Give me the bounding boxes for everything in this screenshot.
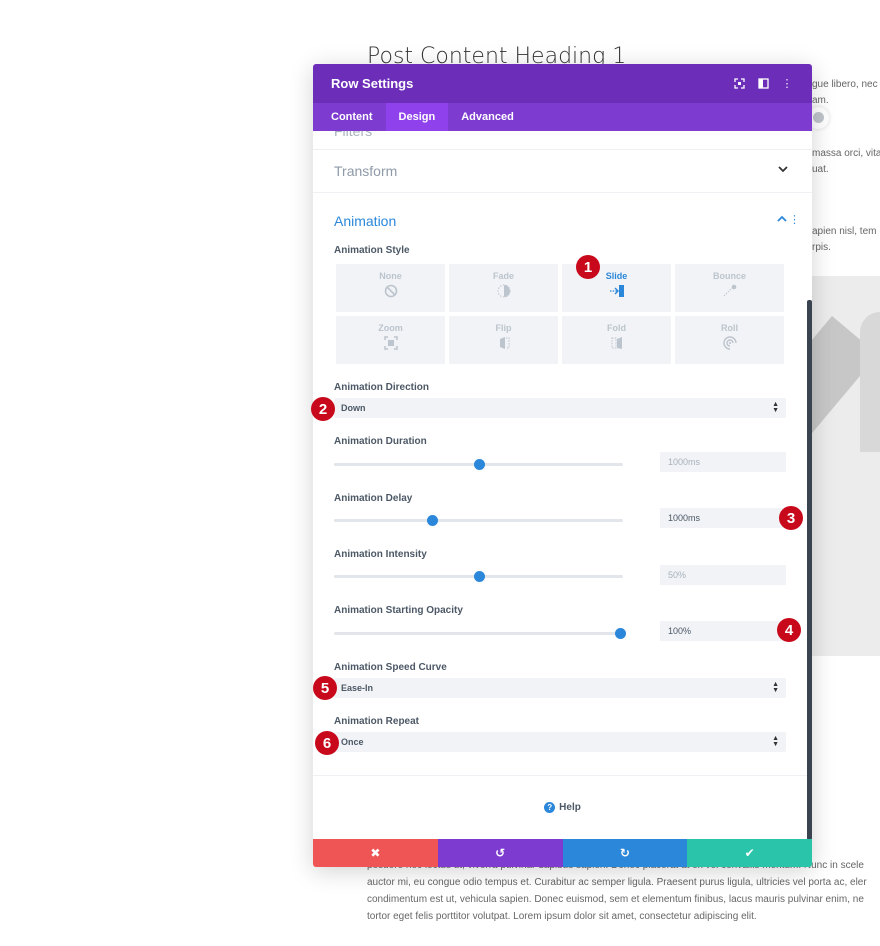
undo-button[interactable]: ↺ <box>437 839 563 867</box>
flip-icon <box>497 336 511 353</box>
slider-handle[interactable] <box>473 459 485 470</box>
style-option-zoom[interactable]: Zoom <box>336 316 445 364</box>
section-filters[interactable]: Filters <box>313 131 812 150</box>
animation-speed-curve-label: Animation Speed Curve <box>334 662 447 673</box>
select-arrows-icon: ▲ ▼ <box>772 401 779 414</box>
help-row: ? Help <box>313 775 812 839</box>
bg-text-line: am. <box>812 95 829 106</box>
redo-icon: ↻ <box>619 846 630 860</box>
animation-intensity-label: Animation Intensity <box>334 549 427 560</box>
fade-icon <box>497 284 511 301</box>
animation-direction-select[interactable]: Down ▲ ▼ <box>334 398 786 418</box>
slider-handle[interactable] <box>427 515 439 526</box>
animation-intensity-input[interactable]: 50% <box>660 565 786 585</box>
help-icon: ? <box>544 802 556 813</box>
select-arrows-icon: ▲ ▼ <box>772 681 779 694</box>
bg-text-line: gue libero, nec <box>812 79 878 90</box>
scrollbar[interactable] <box>807 300 812 839</box>
tab-design[interactable]: Design <box>385 103 449 131</box>
animation-duration-label: Animation Duration <box>334 436 427 447</box>
animation-speed-curve-select[interactable]: Ease-In ▲ ▼ <box>334 678 786 698</box>
section-more-icon[interactable]: ⋮ <box>789 213 800 226</box>
cancel-button[interactable]: ✖ <box>313 839 438 867</box>
animation-style-grid: None Fade Slide Bounce Zoom Flip Fold Ro… <box>336 264 785 364</box>
section-animation-label[interactable]: Animation <box>334 213 396 229</box>
modal-title: Row Settings <box>331 76 414 91</box>
help-label: Help <box>559 802 581 813</box>
zoom-icon <box>383 336 398 353</box>
animation-delay-label: Animation Delay <box>334 493 413 504</box>
fullscreen-icon[interactable] <box>732 77 746 91</box>
roll-icon <box>722 336 737 353</box>
checkmark-icon: ✔ <box>744 846 755 860</box>
style-option-none[interactable]: None <box>336 264 445 312</box>
style-option-bounce[interactable]: Bounce <box>675 264 784 312</box>
animation-opacity-slider[interactable] <box>334 628 627 639</box>
style-option-fold[interactable]: Fold <box>562 316 671 364</box>
animation-repeat-value: Once <box>341 737 364 747</box>
bg-text-line: rpis. <box>812 242 831 253</box>
more-options-icon[interactable]: ⋮ <box>780 77 794 91</box>
bg-footer-text: posuere nec lectus ut, viverra pulvinar … <box>367 860 867 922</box>
close-icon: ✖ <box>370 846 381 860</box>
section-transform-label: Transform <box>334 163 398 179</box>
chevron-up-icon[interactable] <box>777 215 787 226</box>
callout-badge: 3 <box>779 506 803 530</box>
callout-badge: 4 <box>777 618 801 642</box>
callout-badge: 5 <box>313 676 337 700</box>
bg-text-line: apien nisl, tem <box>812 226 877 237</box>
select-arrows-icon: ▲ ▼ <box>772 735 779 748</box>
tab-advanced[interactable]: Advanced <box>448 103 527 131</box>
animation-delay-input[interactable]: 1000ms <box>660 508 786 528</box>
animation-delay-slider[interactable] <box>334 515 623 526</box>
slider-handle[interactable] <box>473 571 485 582</box>
modal-header: Row Settings ⋮ <box>313 64 812 103</box>
animation-duration-input[interactable]: 1000ms <box>660 452 786 472</box>
animation-intensity-slider[interactable] <box>334 571 623 582</box>
help-link[interactable]: ? Help <box>544 802 581 813</box>
slider-handle[interactable] <box>615 628 627 639</box>
callout-badge: 2 <box>311 397 335 421</box>
bg-text-line: massa orci, vita <box>812 148 880 159</box>
modal-footer: ✖ ↺ ↻ ✔ <box>313 839 812 867</box>
style-option-roll[interactable]: Roll <box>675 316 784 364</box>
animation-speed-curve-value: Ease-In <box>341 683 374 693</box>
style-option-flip[interactable]: Flip <box>449 316 558 364</box>
save-button[interactable]: ✔ <box>687 839 812 867</box>
modal-body[interactable]: Filters Transform Animation ⋮ Animation … <box>313 131 812 839</box>
tab-content[interactable]: Content <box>318 103 386 131</box>
split-view-icon[interactable] <box>756 77 770 91</box>
animation-direction-label: Animation Direction <box>334 382 430 393</box>
none-icon <box>384 284 398 301</box>
undo-icon: ↺ <box>495 846 506 860</box>
fold-icon <box>610 336 624 353</box>
section-transform[interactable]: Transform <box>313 150 812 193</box>
callout-badge: 6 <box>315 731 339 755</box>
slide-icon <box>609 284 625 301</box>
tab-bar: Content Design Advanced <box>313 103 812 131</box>
callout-badge: 1 <box>576 255 600 279</box>
bounce-icon <box>722 284 738 301</box>
style-option-fade[interactable]: Fade <box>449 264 558 312</box>
animation-opacity-label: Animation Starting Opacity <box>334 605 463 616</box>
row-settings-modal: Row Settings ⋮ Content Design Advanced F… <box>313 64 812 867</box>
section-filters-label: Filters <box>334 131 373 139</box>
animation-repeat-label: Animation Repeat <box>334 716 420 727</box>
redo-button[interactable]: ↻ <box>562 839 688 867</box>
animation-direction-value: Down <box>341 403 366 413</box>
chevron-down-icon[interactable] <box>778 164 788 176</box>
animation-duration-slider[interactable] <box>334 459 623 470</box>
bg-placeholder-image <box>812 276 880 656</box>
animation-style-label: Animation Style <box>334 245 410 256</box>
animation-repeat-select[interactable]: Once ▲ ▼ <box>334 732 786 752</box>
animation-opacity-input[interactable]: 100% <box>660 621 786 641</box>
bg-text-line: uat. <box>812 164 829 175</box>
